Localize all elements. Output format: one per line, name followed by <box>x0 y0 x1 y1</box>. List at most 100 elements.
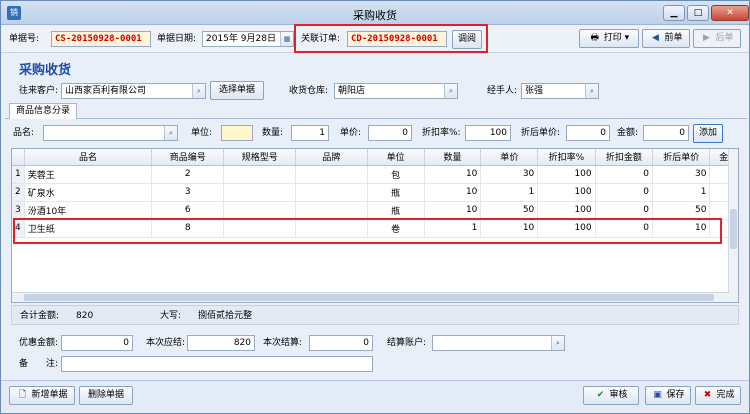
next-doc-button[interactable]: ▶ 后单 <box>693 29 741 48</box>
table-row[interactable]: 2 矿泉水 3 瓶 10 1 100 0 1 <box>12 183 738 202</box>
amount-field[interactable]: 0 <box>643 125 689 141</box>
new-doc-label: 新增单据 <box>31 390 68 400</box>
upper-value: 捌佰贰拾元整 <box>198 311 253 321</box>
discount-label: 折扣率%: <box>422 128 461 138</box>
column-header[interactable]: 折扣率% <box>537 149 596 166</box>
column-header[interactable]: 单位 <box>367 149 425 166</box>
section-title: 采购收货 <box>19 63 72 78</box>
new-doc-button[interactable]: 🗋 新增单据 <box>9 386 75 405</box>
cell-unit: 包 <box>367 165 425 184</box>
cell-disc-amount: 0 <box>595 183 654 202</box>
handler-value: 张强 <box>525 86 544 96</box>
cell-qty: 10 <box>424 183 482 202</box>
select-doc-button[interactable]: 选择单据 <box>210 81 264 100</box>
cell-price: 30 <box>480 165 539 184</box>
cell-disc-price: 1 <box>652 183 711 202</box>
column-header[interactable]: 单价 <box>480 149 539 166</box>
cell-disc-price: 50 <box>652 201 711 220</box>
qty-label: 数量: <box>262 128 284 138</box>
scroll-thumb[interactable] <box>730 209 737 249</box>
column-header[interactable]: 折扣金额 <box>595 149 654 166</box>
settle-field[interactable]: 0 <box>309 335 373 351</box>
horizontal-scrollbar[interactable] <box>12 292 730 302</box>
checkmark-icon: ✔ <box>596 390 605 400</box>
done-label: 完成 <box>716 390 735 400</box>
date-value: 2015年 9月28日 <box>206 34 276 44</box>
table-row[interactable]: 1 芙蓉王 2 包 10 30 100 0 30 <box>12 165 738 184</box>
column-header[interactable]: 折后单价 <box>652 149 711 166</box>
title-bar: 销 采购收货 ▁ □ ✕ <box>1 1 749 25</box>
table-row[interactable]: 3 汾酒10年 6 瓶 10 50 100 0 50 <box>12 201 738 220</box>
lookup-icon[interactable]: ⌕ <box>444 84 457 98</box>
minimize-button[interactable]: ▁ <box>663 5 685 21</box>
warehouse-field[interactable]: 朝阳店 ⌕ <box>334 83 458 99</box>
due-field[interactable]: 820 <box>187 335 255 351</box>
cell-qty: 10 <box>424 201 482 220</box>
audit-label: 审核 <box>609 390 628 400</box>
lookup-icon[interactable]: ⌕ <box>585 84 598 98</box>
calendar-icon[interactable]: ▦ <box>280 32 293 46</box>
unit-label: 单位: <box>191 128 213 138</box>
maximize-button[interactable]: □ <box>687 5 709 21</box>
column-header[interactable]: 数量 <box>424 149 482 166</box>
name-field[interactable]: ⌕ <box>43 125 178 141</box>
cell-name: 芙蓉王 <box>24 165 153 184</box>
column-header[interactable]: 品牌 <box>295 149 368 166</box>
customer-label: 往来客户: <box>19 86 59 96</box>
close-button[interactable]: ✕ <box>711 5 749 21</box>
total-value: 820 <box>76 311 94 321</box>
prev-doc-button[interactable]: ◀ 前单 <box>642 29 690 48</box>
scroll-thumb[interactable] <box>24 294 714 301</box>
order-highlight-box <box>294 24 488 53</box>
tab-strip: 商品信息分录 <box>5 103 747 119</box>
discount-amount-label: 优惠金额: <box>19 338 59 348</box>
lookup-icon[interactable]: ⌕ <box>551 336 564 350</box>
customer-field[interactable]: 山西家百利有限公司 ⌕ <box>61 83 206 99</box>
save-button[interactable]: ▣ 保存 <box>645 386 691 405</box>
note-label: 备 注: <box>19 359 59 369</box>
done-button[interactable]: ✖ 完成 <box>695 386 741 405</box>
arrow-right-icon: ▶ <box>703 33 710 43</box>
due-label: 本次应结: <box>146 338 186 348</box>
cell-disc-amount: 0 <box>595 165 654 184</box>
discount-field[interactable]: 100 <box>465 125 511 141</box>
add-button[interactable]: 添加 <box>693 124 723 143</box>
tab-product-entries[interactable]: 商品信息分录 <box>9 103 78 119</box>
row-number: 2 <box>12 183 25 202</box>
date-picker[interactable]: 2015年 9月28日 ▦ <box>202 31 294 47</box>
print-label: 打印 <box>603 33 622 43</box>
handler-field[interactable]: 张强 ⌕ <box>521 83 599 99</box>
account-label: 结算账户: <box>387 338 427 348</box>
lookup-icon[interactable]: ⌕ <box>164 126 177 140</box>
printer-icon: 🖶 <box>590 33 600 43</box>
print-button[interactable]: 🖶 打印 ▾ <box>579 29 639 48</box>
audit-button[interactable]: ✔ 审核 <box>583 386 639 405</box>
vertical-scrollbar[interactable] <box>728 149 738 302</box>
doc-no-field[interactable]: CS-20150928-0001 <box>51 31 151 47</box>
date-label: 单据日期: <box>157 34 197 44</box>
cell-discount: 100 <box>537 201 596 220</box>
unit-field[interactable] <box>221 125 253 141</box>
lookup-icon[interactable]: ⌕ <box>192 84 205 98</box>
account-field[interactable]: ⌕ <box>432 335 565 351</box>
qty-field[interactable]: 1 <box>291 125 329 141</box>
customer-value: 山西家百利有限公司 <box>65 86 147 96</box>
note-field[interactable] <box>61 356 373 372</box>
cell-code: 3 <box>151 183 225 202</box>
discount-amount-field[interactable]: 0 <box>61 335 133 351</box>
row-number: 3 <box>12 201 25 220</box>
delete-doc-button[interactable]: 删除单据 <box>79 386 133 405</box>
column-header[interactable]: 品名 <box>24 149 153 166</box>
amount-label: 金额: <box>617 128 639 138</box>
cell-disc-amount: 0 <box>595 201 654 220</box>
items-grid[interactable]: 品名 商品编号 规格型号 品牌 单位 数量 单价 折扣率% 折扣金额 折后单价 … <box>11 148 739 303</box>
cell-code: 2 <box>151 165 225 184</box>
disc-price-field[interactable]: 0 <box>566 125 610 141</box>
cell-unit: 瓶 <box>367 201 425 220</box>
upper-label: 大写: <box>160 311 182 321</box>
price-field[interactable]: 0 <box>368 125 412 141</box>
column-header[interactable]: 商品编号 <box>151 149 225 166</box>
purchase-receipt-window: 销 采购收货 ▁ □ ✕ 单据号: CS-20150928-0001 单据日期:… <box>0 0 750 414</box>
column-header[interactable]: 规格型号 <box>223 149 297 166</box>
doc-no-label: 单据号: <box>9 34 40 44</box>
